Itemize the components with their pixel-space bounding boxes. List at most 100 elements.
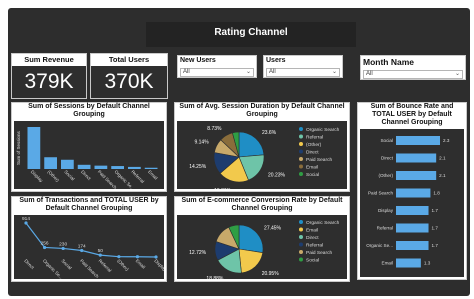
sessions-bar: [27, 127, 41, 169]
transactions-title: Sum of Transactions and TOTAL USER by De…: [19, 197, 159, 212]
chevron-down-icon: ⌄: [245, 69, 251, 75]
bounce-y-tick-label: Referral: [377, 226, 393, 231]
conversion-legend-marker: [299, 235, 303, 239]
duration-legend-label: Email: [306, 165, 318, 171]
conversion-legend-marker: [299, 220, 303, 224]
duration-data-label: 23.6%: [262, 130, 277, 136]
transactions-data-label: 256: [41, 240, 49, 246]
new-users-dropdown[interactable]: All ⌄: [180, 68, 254, 77]
duration-legend-label: Referral: [306, 135, 323, 141]
conversion-legend-marker: [299, 242, 303, 247]
bounce-data-label: 1.7: [432, 208, 439, 213]
conversion-legend-marker: [299, 227, 303, 232]
duration-legend-marker: [299, 164, 303, 169]
month-slicer[interactable]: Month Name All ⌄: [360, 55, 466, 80]
bounce-y-tick-label: (Other): [378, 173, 393, 178]
new-users-dropdown-value: All: [183, 69, 190, 75]
duration-data-label: 19.81%: [214, 188, 232, 189]
conversion-title: Sum of E-commerce Conversion Rate by Def…: [181, 197, 343, 212]
users-card-label: Total Users: [108, 55, 150, 64]
bounce-data-label: 2.3: [443, 138, 450, 143]
duration-legend-label: Social: [306, 172, 319, 178]
bounce-rate-chart: Social 2.3 Direct 2.1 (Other) 2.1 Paid Search 1…: [360, 129, 464, 277]
revenue-card[interactable]: Sum Revenue 379K: [11, 53, 87, 99]
revenue-card-value: 379K: [12, 66, 86, 98]
conversion-legend-label: Email: [306, 228, 318, 234]
duration-legend-marker: [299, 142, 303, 146]
duration-legend-label: Paid Search: [306, 157, 332, 163]
conversion-legend-marker: [299, 250, 303, 254]
month-slicer-label: Month Name: [363, 57, 414, 67]
users-card[interactable]: Total Users 370K: [90, 53, 168, 99]
bounce-data-label: 2.1: [439, 156, 446, 161]
bounce-bar: [396, 153, 437, 163]
transactions-data-label: 50: [98, 248, 104, 254]
sessions-chart-panel[interactable]: Sum of Sessions by Default Channel Group…: [11, 102, 167, 192]
duration-legend-label: (Other): [306, 142, 322, 148]
conversion-legend-label: Paid Search: [306, 250, 332, 256]
new-users-slicer[interactable]: New Users All ⌄: [177, 55, 257, 78]
bounce-bar: [396, 206, 429, 215]
revenue-card-label: Sum Revenue: [24, 55, 74, 64]
duration-data-label: 14.25%: [189, 164, 207, 170]
conversion-legend-label: Social: [306, 258, 319, 264]
session-duration-chart: 23.6% 20.23% 19.81% 14.25% 9.14% 8.73% Organic…: [177, 121, 347, 189]
duration-legend-marker: [299, 149, 303, 154]
users-dropdown[interactable]: All ⌄: [266, 68, 340, 77]
transactions-data-label: 914: [22, 216, 30, 222]
bounce-data-label: 1.7: [432, 226, 439, 231]
chevron-down-icon: ⌄: [454, 71, 460, 77]
bounce-bar: [396, 223, 429, 233]
chevron-down-icon: ⌄: [331, 69, 337, 75]
session-duration-title: Sum of Avg. Session Duration by Default …: [179, 103, 345, 118]
duration-data-label: 8.73%: [207, 126, 222, 132]
transactions-data-label: 230: [59, 241, 67, 247]
bounce-data-label: 1.8: [433, 191, 440, 196]
users-slicer[interactable]: Users All ⌄: [263, 55, 343, 78]
conversion-legend-label: Organic Search: [306, 220, 340, 226]
conversion-panel[interactable]: Sum of E-commerce Conversion Rate by Def…: [174, 196, 350, 282]
bounce-y-tick-label: Social: [380, 138, 393, 143]
bounce-y-tick-label: Email: [382, 261, 394, 266]
sessions-bar: [44, 157, 57, 169]
conversion-chart: 27.45% 20.95% 18.88% 12.72% Organic Search Em…: [177, 215, 347, 279]
sessions-y-axis-label: Sum of Sessions: [16, 130, 21, 165]
duration-legend-marker: [299, 157, 303, 161]
bounce-y-tick-label: Organic Se...: [366, 243, 393, 248]
transactions-data-label: 174: [78, 244, 86, 250]
conversion-data-label: 27.45%: [264, 226, 282, 232]
users-dropdown-value: All: [269, 69, 276, 75]
new-users-slicer-label: New Users: [180, 57, 216, 64]
bounce-data-label: 1.3: [424, 261, 431, 266]
duration-legend-marker: [299, 134, 303, 139]
conversion-legend-marker: [299, 257, 303, 262]
conversion-data-label: 20.95%: [262, 271, 280, 277]
session-duration-panel[interactable]: Sum of Avg. Session Duration by Default …: [174, 102, 350, 192]
bounce-y-tick-label: Display: [378, 208, 394, 213]
bounce-bar: [396, 241, 429, 250]
bounce-rate-panel[interactable]: Sum of Bounce Rate and TOTAL USER by Def…: [357, 102, 467, 280]
conversion-legend-label: Direct: [306, 235, 319, 241]
duration-legend-marker: [299, 172, 303, 176]
bounce-bar: [396, 188, 431, 198]
transactions-chart: 914Direct256Organic Se...230Social174Pai…: [14, 215, 164, 279]
bounce-data-label: 2.1: [439, 173, 446, 178]
sessions-chart-title: Sum of Sessions by Default Channel Group…: [28, 103, 150, 118]
month-dropdown[interactable]: All ⌄: [363, 70, 463, 79]
duration-legend-label: Organic Search: [306, 127, 340, 133]
bounce-y-tick-label: Direct: [381, 156, 394, 161]
conversion-legend-label: Referral: [306, 243, 323, 249]
transactions-panel[interactable]: Sum of Transactions and TOTAL USER by De…: [11, 196, 167, 282]
bounce-bar: [396, 171, 437, 180]
conversion-data-label: 18.88%: [206, 276, 224, 279]
dashboard-root: Rating Channel Sum Revenue 379K Total Us…: [0, 0, 474, 299]
bounce-y-tick-label: Paid Search: [368, 191, 393, 196]
duration-data-label: 20.23%: [268, 173, 286, 179]
bounce-rate-title: Sum of Bounce Rate and TOTAL USER by Def…: [370, 103, 454, 126]
bounce-bar: [396, 136, 440, 145]
users-card-value: 370K: [91, 66, 167, 98]
duration-legend-marker: [299, 127, 303, 131]
duration-data-label: 9.14%: [194, 140, 209, 146]
sessions-chart: Sum of Sessions Display (Other) Social Dire…: [14, 121, 164, 189]
conversion-data-label: 12.72%: [189, 250, 207, 256]
